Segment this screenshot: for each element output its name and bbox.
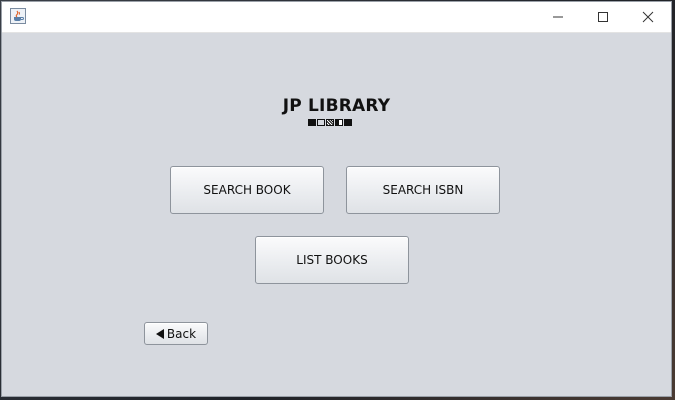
unrendered-glyphs-label	[308, 118, 368, 127]
search-isbn-label: SEARCH ISBN	[382, 183, 464, 197]
back-label: Back	[166, 326, 197, 341]
search-book-button[interactable]: SEARCH BOOK	[170, 166, 324, 214]
java-cup-icon	[10, 8, 26, 24]
title-bar[interactable]	[2, 2, 671, 33]
list-books-button[interactable]: LIST BOOKS	[255, 236, 409, 284]
page-title: JP LIBRARY	[282, 96, 391, 116]
search-isbn-button[interactable]: SEARCH ISBN	[346, 166, 500, 214]
maximize-button[interactable]	[580, 2, 625, 32]
minimize-button[interactable]	[535, 2, 580, 32]
back-button[interactable]: Back	[144, 322, 208, 345]
app-window: JP LIBRARY SEARCH BOOK SEARCH ISBN LIST …	[1, 1, 672, 397]
close-button[interactable]	[625, 2, 670, 32]
main-panel: JP LIBRARY SEARCH BOOK SEARCH ISBN LIST …	[2, 33, 671, 397]
search-book-label: SEARCH BOOK	[203, 183, 291, 197]
back-arrow-icon	[155, 328, 164, 339]
list-books-label: LIST BOOKS	[296, 253, 368, 267]
maximize-icon	[597, 12, 608, 22]
minimize-icon	[552, 16, 563, 18]
close-icon	[642, 11, 653, 23]
